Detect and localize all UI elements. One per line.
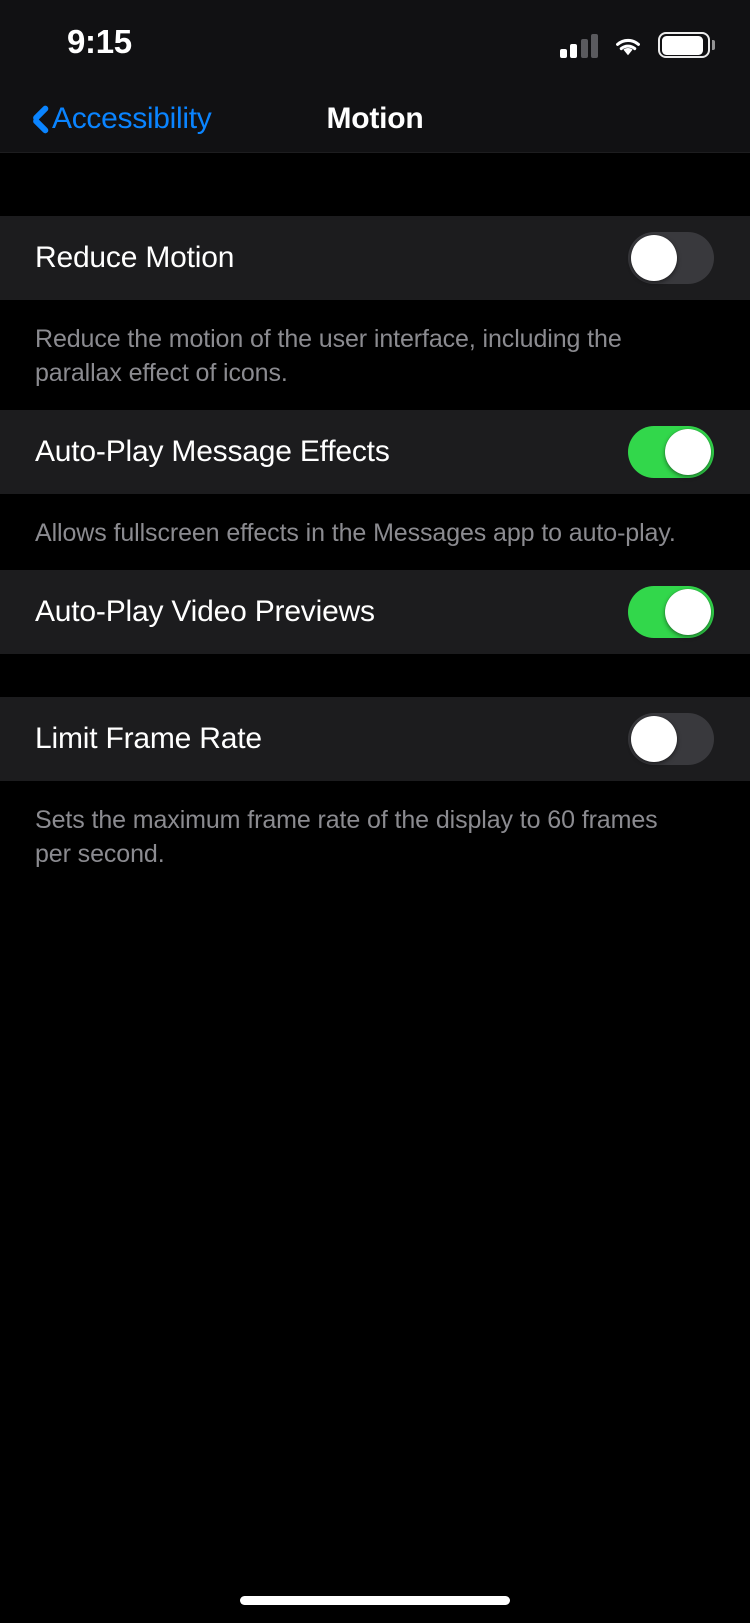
switch-knob [665, 589, 711, 635]
wifi-icon [612, 34, 644, 58]
setting-row-auto-play-video-previews[interactable]: Auto-Play Video Previews [0, 570, 750, 654]
section-footer: Reduce the motion of the user interface,… [0, 300, 750, 410]
setting-row-label: Reduce Motion [35, 241, 234, 275]
status-bar-indicators [560, 28, 711, 58]
reduce-motion-switch[interactable] [628, 232, 714, 284]
navigation-bar: Accessibility Motion [0, 84, 750, 153]
section-footer-text: Allows fullscreen effects in the Message… [35, 516, 695, 550]
home-indicator[interactable] [240, 1596, 510, 1605]
section-spacer [0, 654, 750, 697]
settings-section: Limit Frame Rate Sets the maximum frame … [0, 697, 750, 891]
section-footer-text: Reduce the motion of the user interface,… [35, 322, 695, 390]
auto-play-message-effects-switch[interactable] [628, 426, 714, 478]
setting-row-label: Limit Frame Rate [35, 722, 262, 756]
cellular-signal-icon [560, 34, 599, 58]
auto-play-video-previews-switch[interactable] [628, 586, 714, 638]
setting-row-auto-play-message-effects[interactable]: Auto-Play Message Effects [0, 410, 750, 494]
limit-frame-rate-switch[interactable] [628, 713, 714, 765]
switch-knob [631, 235, 677, 281]
back-button-label: Accessibility [52, 102, 211, 136]
back-button[interactable]: Accessibility [22, 84, 211, 153]
settings-section: Auto-Play Video Previews [0, 570, 750, 654]
setting-row-limit-frame-rate[interactable]: Limit Frame Rate [0, 697, 750, 781]
settings-section: Auto-Play Message Effects Allows fullscr… [0, 410, 750, 570]
switch-knob [665, 429, 711, 475]
setting-row-reduce-motion[interactable]: Reduce Motion [0, 216, 750, 300]
status-bar: 9:15 [0, 0, 750, 84]
settings-list: Reduce Motion Reduce the motion of the u… [0, 153, 750, 1623]
section-footer-text: Sets the maximum frame rate of the displ… [35, 803, 695, 871]
section-footer: Allows fullscreen effects in the Message… [0, 494, 750, 570]
phone-screen: 9:15 Accessibility [0, 0, 750, 1623]
list-top-spacer [0, 153, 750, 216]
setting-row-label: Auto-Play Video Previews [35, 595, 375, 629]
status-bar-time: 9:15 [67, 23, 132, 61]
settings-section: Reduce Motion Reduce the motion of the u… [0, 216, 750, 410]
setting-row-label: Auto-Play Message Effects [35, 435, 390, 469]
battery-icon [658, 32, 710, 58]
switch-knob [631, 716, 677, 762]
section-footer: Sets the maximum frame rate of the displ… [0, 781, 750, 891]
chevron-left-icon [22, 100, 46, 138]
